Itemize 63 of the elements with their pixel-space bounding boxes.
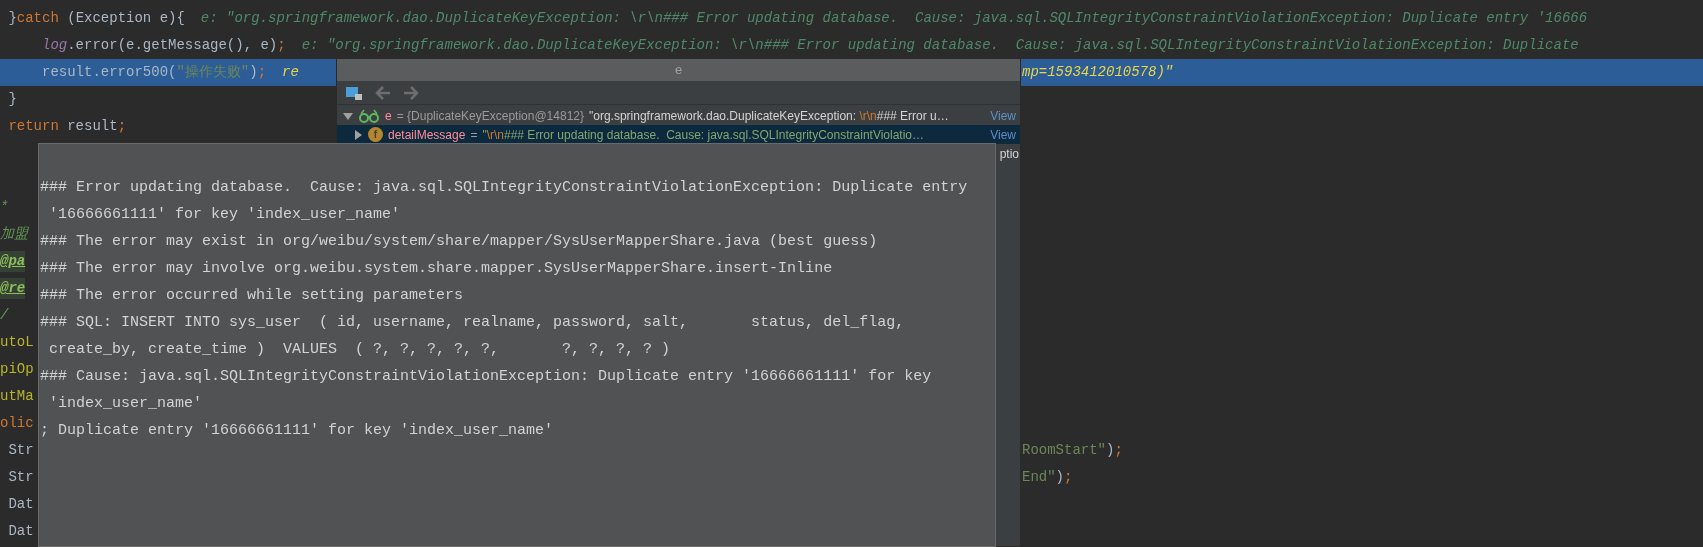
string-literal: RoomStart" — [1022, 441, 1106, 460]
field-badge: f — [368, 127, 383, 142]
variable-name: detailMessage — [388, 126, 466, 144]
annotation-text: utoL — [0, 333, 34, 352]
inline-debug-value: mp=1593412010578)" — [1022, 63, 1174, 82]
frames-icon[interactable] — [345, 84, 363, 101]
inline-debug-hint: e: "org.springframework.dao.DuplicateKeyException: \r\n### Error updating database. Cause: java.sql.SQLIntegrityConstraintViolationException: Duplicate entry '16666 — [200, 9, 1588, 28]
error-message-line: ### SQL: INSERT INTO sys_user ( id, username, realname, password, salt, status, del_flag, — [40, 313, 905, 334]
code-text: } — [7, 90, 17, 109]
code-text: ) — [249, 63, 258, 82]
doc-comment: 加盟 — [0, 225, 28, 244]
variable-name: e — [385, 107, 392, 125]
code-text: ) — [1106, 441, 1115, 460]
string-literal: End" — [1022, 468, 1056, 487]
code-text: Str — [7, 468, 34, 487]
expanded-triangle-icon[interactable] — [343, 110, 353, 121]
field-name: log — [41, 36, 68, 55]
variable-value: ptio — [999, 146, 1019, 163]
code-text: Dat — [7, 495, 34, 514]
code-text: Dat — [7, 522, 34, 541]
javadoc-tag: @re — [0, 278, 26, 299]
code-text: (Exception e){ — [66, 9, 185, 28]
annotation-text: utMa — [0, 387, 34, 406]
error-message-line: ### The error may involve org.weibu.system.share.mapper.SysUserMapperShare.insert-Inline — [40, 259, 833, 280]
error-message-line: create_by, create_time ) VALUES ( ?, ?, ?, ?, ?, ?, ?, ?, ? ) — [48, 340, 671, 361]
string-literal: "操作失败" — [176, 63, 250, 82]
error-message-line: ### Error updating database. Cause: java.sql.SQLIntegrityConstraintViolationException: Duplicate entry — [40, 178, 968, 199]
doc-comment: * — [0, 198, 9, 217]
code-text: .error(e.getMessage(), e) — [67, 36, 278, 55]
variable-value: "org.springframework.dao.DuplicateKeyException: \r\n### Error u… — [589, 107, 950, 125]
code-text: } — [7, 9, 17, 28]
keyword-text: ; — [257, 63, 267, 82]
code-text: result.error500( — [41, 63, 177, 82]
keyword-text: ; — [1064, 468, 1073, 487]
doc-comment: / — [0, 306, 9, 325]
inline-debug-hint: e: "org.springframework.dao.DuplicateKeyException: \r\n### Error updating database. Cause: java.sql.SQLIntegrityConstraintViolationException: Duplicate — [301, 36, 1579, 55]
keyword-text: catch — [16, 9, 59, 28]
collapsed-triangle-icon[interactable] — [353, 129, 363, 140]
inline-debug-value: re — [282, 63, 299, 82]
error-message-line: ### The error may exist in org/weibu/system/share/mapper/SysUserMapperShare.java (best guess) — [40, 232, 878, 253]
keyword-text: ; — [1114, 441, 1123, 460]
error-message-line: 'index_user_name' — [48, 394, 203, 415]
error-message-line: '16666661111' for key 'index_user_name' — [48, 205, 401, 226]
error-message-line: ### Cause: java.sql.SQLIntegrityConstraintViolationException: Duplicate entry '16666661111' for key — [40, 367, 932, 388]
variable-type: = — [470, 126, 478, 144]
code-text: Str — [7, 441, 34, 460]
popup-title: e — [674, 61, 683, 80]
keyword-text: ; — [117, 117, 127, 136]
glasses-icon — [358, 108, 380, 123]
keyword-text: olic — [0, 414, 34, 433]
keyword-text: ; — [277, 36, 286, 55]
variable-row[interactable]: e = {DuplicateKeyException@14812} "org.springframework.dao.DuplicateKeyException: \r\n### Error u… View — [337, 106, 1020, 125]
code-text: result — [66, 117, 118, 136]
javadoc-tag: @pa — [0, 251, 26, 272]
keyword-text: return — [7, 117, 59, 136]
view-link[interactable]: View — [990, 125, 1016, 144]
error-message-line: ; Duplicate entry '16666661111' for key 'index_user_name' — [40, 421, 554, 442]
error-message-line: ### The error occurred while setting parameters — [40, 286, 464, 307]
code-text: ) — [1055, 468, 1064, 487]
variable-value: "\r\n### Error updating database. Cause: java.sql.SQLIntegrityConstraintViolatio… — [482, 126, 926, 144]
annotation-text: piOp — [0, 360, 34, 379]
variable-type: = {DuplicateKeyException@14812} — [396, 107, 584, 125]
variable-row[interactable]: f detailMessage = "\r\n### Error updating database. Cause: java.sql.SQLIntegrityConstraintViolatio… View — [337, 125, 1020, 144]
